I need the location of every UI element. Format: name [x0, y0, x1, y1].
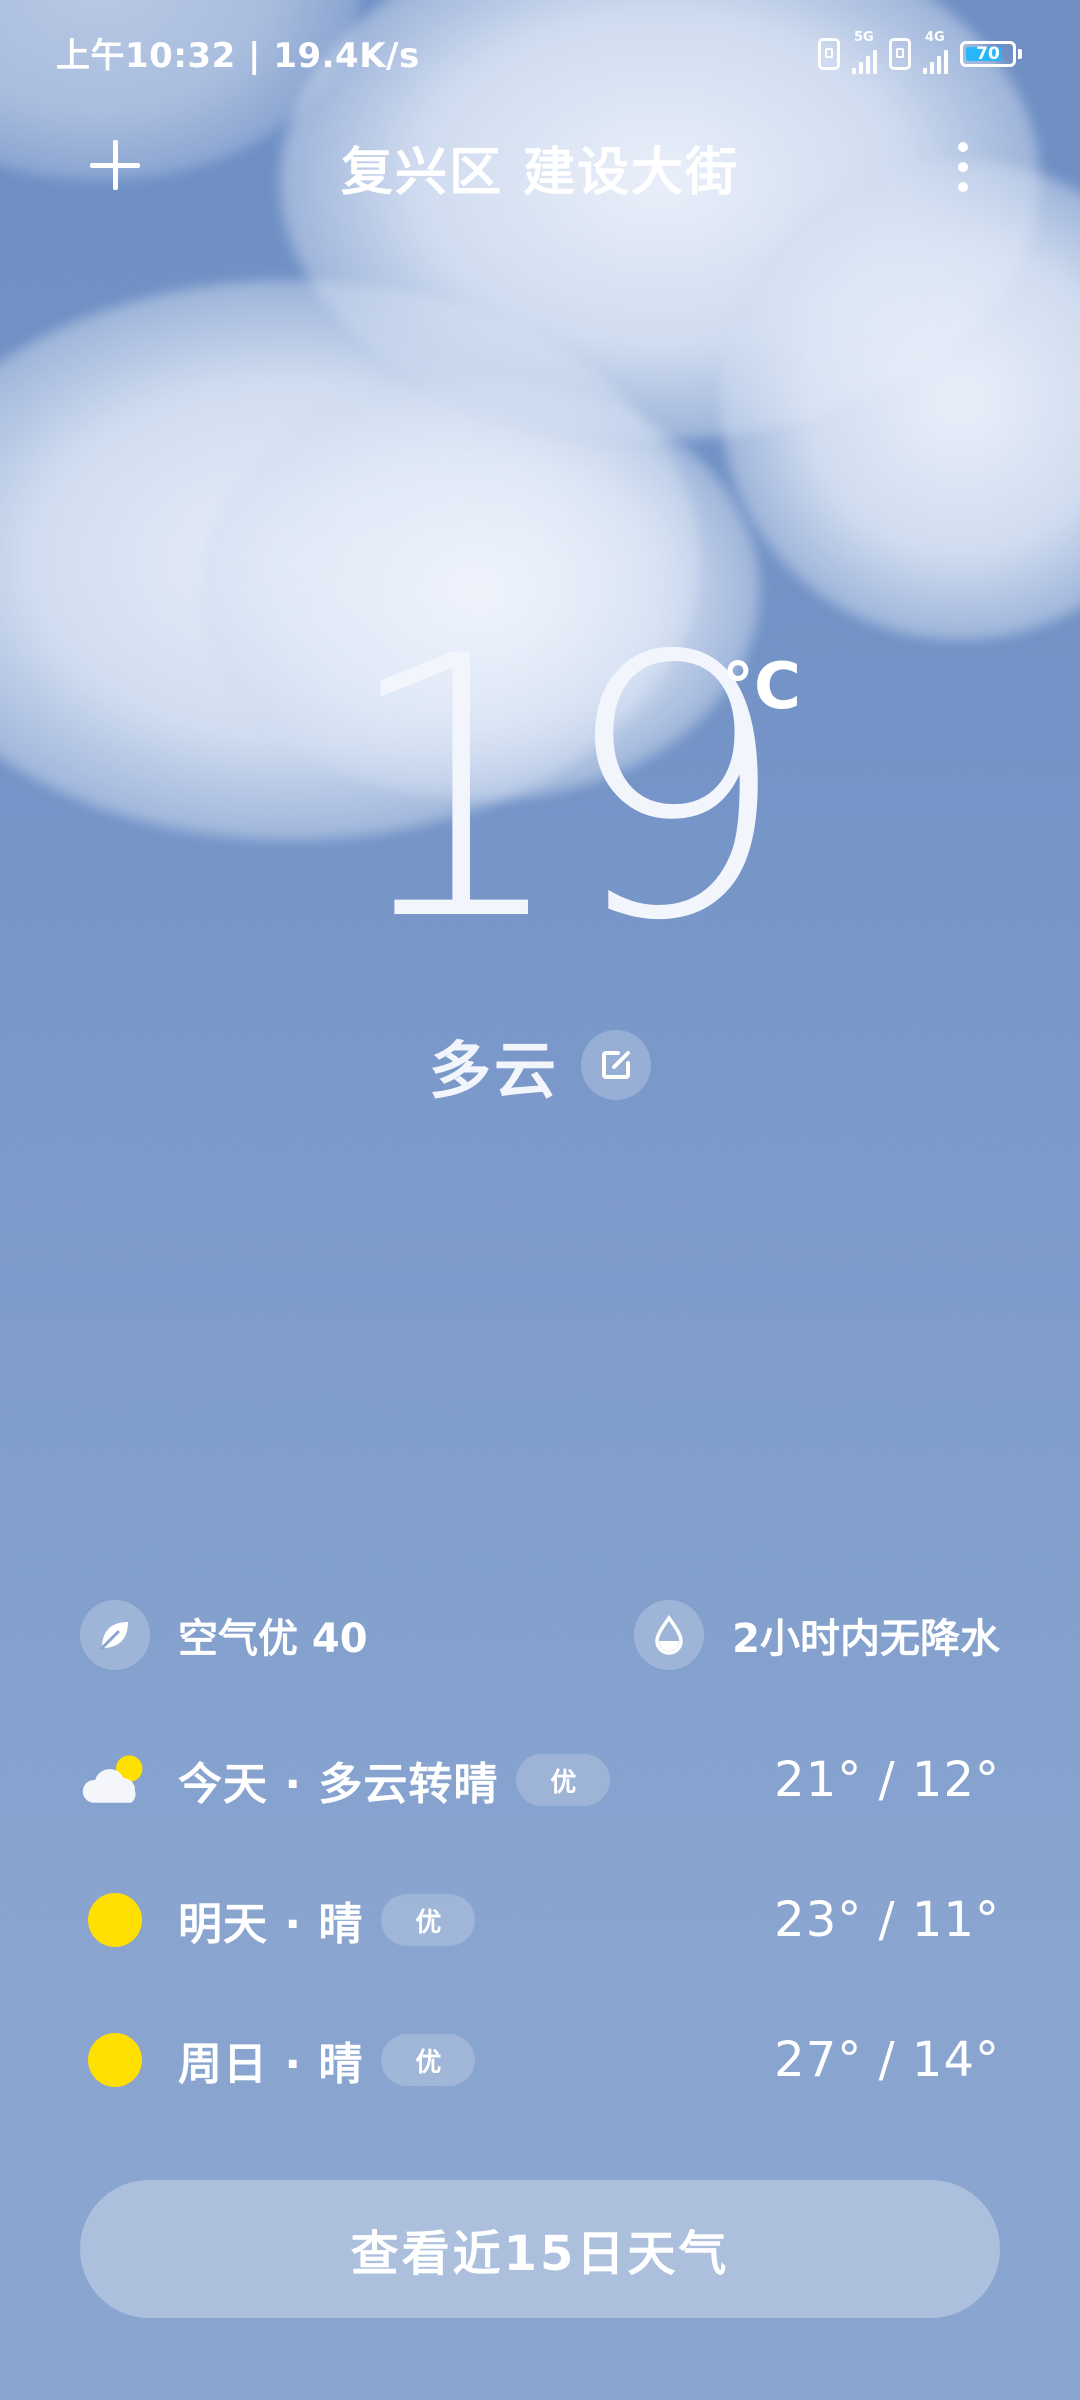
dot-icon — [958, 142, 968, 152]
more-menu-button[interactable] — [956, 142, 970, 192]
network-type-label: 5G — [854, 30, 874, 45]
forecast-row[interactable]: 周日 · 晴 优 27° / 14° — [80, 2020, 1000, 2100]
condition-row: 多云 — [0, 1020, 1080, 1110]
forecast-row[interactable]: 明天 · 晴 优 23° / 11° — [80, 1880, 1000, 1960]
forecast-temps: 27° / 14° — [774, 2032, 1000, 2088]
sun-icon — [80, 1885, 150, 1955]
partly-cloudy-icon — [80, 1745, 150, 1815]
aqi-badge: 优 — [381, 1894, 476, 1946]
precipitation-item[interactable]: 2小时内无降水 — [634, 1600, 1000, 1670]
dot-icon — [958, 182, 968, 192]
forecast-label: 今天 · 多云转晴 — [178, 1759, 499, 1810]
water-drop-icon — [634, 1600, 705, 1670]
network-type-label: 4G — [925, 30, 945, 45]
edit-icon — [602, 1051, 630, 1079]
precipitation-text: 2小时内无降水 — [732, 1616, 1000, 1662]
current-temperature: 19 — [340, 580, 789, 999]
temperature-unit: °C — [722, 650, 801, 724]
battery-level: 70 — [976, 44, 1000, 64]
sim-card-icon — [818, 38, 840, 70]
battery-icon: 70 — [960, 41, 1016, 67]
status-time-speed: 上午10:32 | 19.4K/s — [56, 36, 420, 76]
status-indicators: 5G 4G 70 — [818, 30, 1022, 74]
sun-icon — [80, 2025, 150, 2095]
forecast-row[interactable]: 今天 · 多云转晴 优 21° / 12° — [80, 1740, 1000, 1820]
forecast-label: 明天 · 晴 — [178, 1899, 364, 1950]
forecast-temps: 21° / 12° — [774, 1752, 1000, 1808]
leaf-icon — [80, 1600, 150, 1670]
forecast-label: 周日 · 晴 — [178, 2039, 364, 2090]
aqi-badge: 优 — [381, 2034, 476, 2086]
signal-icon: 4G — [923, 30, 948, 74]
air-quality-text: 空气优 40 — [178, 1616, 368, 1662]
edit-condition-button[interactable] — [581, 1030, 651, 1100]
forecast-temps: 23° / 11° — [774, 1892, 1000, 1948]
air-quality-item[interactable]: 空气优 40 — [80, 1600, 368, 1670]
current-condition: 多云 — [428, 1034, 559, 1107]
sim-card-icon — [889, 38, 911, 70]
dot-icon — [958, 162, 968, 172]
aqi-badge: 优 — [516, 1754, 611, 1806]
signal-icon: 5G — [852, 30, 877, 74]
info-row: 空气优 40 2小时内无降水 — [80, 1598, 1000, 1672]
view-15-day-forecast-button[interactable]: 查看近15日天气 — [80, 2180, 1000, 2318]
location-title[interactable]: 复兴区 建设大街 — [0, 130, 1080, 205]
